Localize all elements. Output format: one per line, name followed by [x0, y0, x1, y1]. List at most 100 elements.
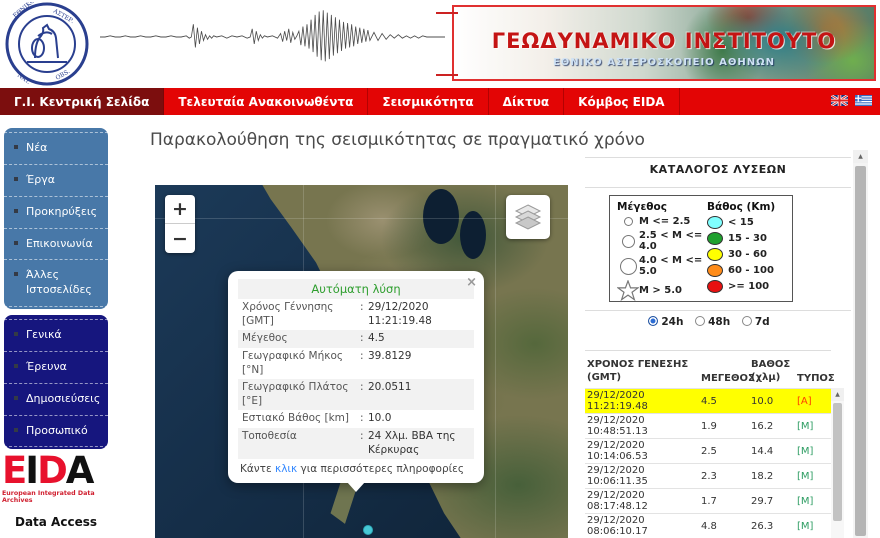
banner-decor-line [436, 74, 458, 76]
uk-flag-icon[interactable] [831, 95, 848, 106]
divider [585, 157, 851, 158]
legend-depth-column: Βάθος (Km) < 15 15 - 30 30 - 60 60 - 100… [707, 201, 785, 296]
table-row[interactable]: 29/12/2020 08:17:48.121.729.7[M] [585, 488, 831, 513]
close-icon[interactable]: × [466, 275, 477, 290]
earthquake-table: ΧΡΟΝΟΣ ΓΕΝΕΣΗΣ (GMT) ΜΕΓΕΘΟΣ ΒΑΘΟΣ (χλμ)… [585, 355, 831, 538]
table-row[interactable]: 29/12/2020 10:06:11.352.318.2[M] [585, 463, 831, 488]
sidebar-item-personnel[interactable]: Προσωπικό [4, 415, 108, 448]
zoom-out-button[interactable]: − [165, 224, 195, 253]
legend-item: 30 - 60 [707, 248, 785, 261]
nav-item-seismicity[interactable]: Σεισμικότητα [368, 88, 488, 115]
type-badge: [M] [797, 446, 831, 457]
type-badge: [M] [797, 496, 831, 507]
legend-item: < 15 [707, 216, 785, 229]
nav-item-networks[interactable]: Δίκτυα [489, 88, 565, 115]
sidebar-item-calls[interactable]: Προκηρύξεις [4, 196, 108, 228]
legend-item: >= 100 [707, 280, 785, 293]
radio-24h[interactable] [648, 316, 658, 326]
divider [585, 350, 831, 351]
legend-item: M > 5.0 [617, 280, 707, 301]
bullet-icon [14, 272, 18, 276]
popup-row-magnitude: Μέγεθος:4.5 [238, 330, 474, 348]
divider [585, 187, 851, 188]
legend-item: M <= 2.5 [617, 216, 707, 227]
nav-item-eida-node[interactable]: Κόμβος EIDA [564, 88, 679, 115]
scrollbar-thumb[interactable] [855, 166, 866, 536]
popup-row-latitude: Γεωγραφικό Πλάτος [°E]:20.0511 [238, 379, 474, 410]
sidebar-item-research[interactable]: Έρευνα [4, 351, 108, 383]
sidebar-item-general[interactable]: Γενικά [4, 319, 108, 351]
sidebar-general: Νέα Έργα Προκηρύξεις Επικοινωνία Άλλες Ι… [4, 128, 108, 309]
eida-logo-letters: EIDA [2, 452, 110, 489]
bullet-icon [14, 396, 18, 400]
bullet-icon [14, 241, 18, 245]
seismogram-waveform [100, 8, 445, 66]
scrollbar-thumb[interactable] [833, 403, 842, 521]
earthquake-popup: × Αυτόματη λύση Χρόνος Γέννησης [GMT]:29… [228, 271, 484, 483]
nav-item-home[interactable]: Γ.Ι. Κεντρική Σελίδα [0, 88, 164, 115]
table-header-row: ΧΡΟΝΟΣ ΓΕΝΕΣΗΣ (GMT) ΜΕΓΕΘΟΣ ΒΑΘΟΣ (χλμ)… [585, 355, 831, 388]
geodynamic-institute-page: ΕΘΝΙΚΟΝ ΑΣΤΕΡ. NAT. OBS. ΓΕΩΔΥΝΑΜΙΚΟ ΙΝΣ… [0, 0, 880, 538]
table-scrollbar[interactable]: ▲ [831, 388, 844, 538]
noa-observatory-seal: ΕΘΝΙΚΟΝ ΑΣΤΕΡ. NAT. OBS. [5, 2, 89, 86]
radio-7d[interactable] [742, 316, 752, 326]
nav-item-announcements[interactable]: Τελευταία Ανακοινωθέντα [164, 88, 368, 115]
sidebar-item-news[interactable]: Νέα [4, 132, 108, 164]
solutions-panel: ΚΑΤΑΛΟΓΟΣ ΛΥΣΕΩΝ Μέγεθος M <= 2.5 2.5 < … [585, 150, 851, 538]
panel-title: ΚΑΤΑΛΟΓΟΣ ΛΥΣΕΩΝ [585, 163, 851, 176]
circle-medium-icon [622, 235, 635, 248]
popup-row-origin-time: Χρόνος Γέννησης [GMT]:29/12/2020 11:21:1… [238, 299, 474, 330]
star-icon [617, 280, 639, 301]
radio-48h[interactable] [695, 316, 705, 326]
language-switch [831, 95, 872, 106]
table-row[interactable]: 29/12/2020 08:06:10.174.826.3[M] [585, 513, 831, 538]
depth-dot-icon [707, 280, 723, 293]
page-title: Παρακολούθηση της σεισμικότητας σε πραγμ… [150, 130, 645, 150]
bullet-icon [14, 428, 18, 432]
eida-logo[interactable]: EIDA European Integrated Data Archives [2, 452, 110, 504]
depth-dot-icon [707, 264, 723, 277]
type-badge: [M] [797, 471, 831, 482]
map-layers-control[interactable] [506, 195, 550, 239]
scroll-up-icon[interactable]: ▲ [831, 388, 844, 401]
map-lake [423, 189, 459, 244]
zoom-in-button[interactable]: + [165, 195, 195, 224]
type-badge: [M] [797, 421, 831, 432]
time-filter-group: 24h 48h 7d [585, 316, 825, 328]
greece-flag-icon[interactable] [855, 95, 872, 106]
bullet-icon [14, 209, 18, 213]
sidebar-item-publications[interactable]: Δημοσιεύσεις [4, 383, 108, 415]
legend-item: 15 - 30 [707, 232, 785, 245]
seismicity-map[interactable]: + − × Αυτόματη λύση Χρόνος Γέννησης [GMT… [155, 185, 568, 538]
more-info-link[interactable]: κλικ [275, 463, 297, 475]
bullet-icon [14, 332, 18, 336]
institute-banner: ΓΕΩΔΥΝΑΜΙΚΟ ΙΝΣΤΙΤΟΥΤΟ ΕΘΝΙΚΟ ΑΣΤΕΡΟΣΚΟΠ… [452, 5, 876, 81]
layers-icon [514, 204, 542, 230]
bullet-icon [14, 177, 18, 181]
panel-scrollbar[interactable]: ▲ [853, 150, 868, 538]
popup-row-depth: Εστιακό Βάθος [km]:10.0 [238, 410, 474, 428]
popup-row-longitude: Γεωγραφικό Μήκος [°N]:39.8129 [238, 348, 474, 379]
data-access-link[interactable]: Data Access [4, 515, 108, 529]
header: ΕΘΝΙΚΟΝ ΑΣΤΕΡ. NAT. OBS. ΓΕΩΔΥΝΑΜΙΚΟ ΙΝΣ… [0, 0, 880, 88]
legend-magnitude-title: Μέγεθος [617, 201, 707, 213]
popup-title: Αυτόματη λύση [238, 279, 474, 299]
type-badge: [M] [797, 521, 831, 532]
depth-dot-icon [707, 232, 723, 245]
circle-small-icon [624, 217, 633, 226]
sidebar-institute: Γενικά Έρευνα Δημοσιεύσεις Προσωπικό [4, 315, 108, 449]
scroll-up-icon[interactable]: ▲ [853, 150, 868, 163]
table-row[interactable]: 29/12/2020 10:14:06.532.514.4[M] [585, 438, 831, 463]
sidebar-item-other-sites[interactable]: Άλλες Ιστοσελίδες [4, 259, 108, 307]
table-row[interactable]: 29/12/2020 10:48:51.131.916.2[M] [585, 413, 831, 438]
sidebar-item-contact[interactable]: Επικοινωνία [4, 228, 108, 260]
institute-title: ΓΕΩΔΥΝΑΜΙΚΟ ΙΝΣΤΙΤΟΥΤΟ [454, 29, 874, 53]
map-legend: Μέγεθος M <= 2.5 2.5 < M <= 4.0 4.0 < M … [609, 195, 793, 302]
earthquake-marker-small[interactable] [363, 525, 373, 535]
bullet-icon [14, 145, 18, 149]
sidebar-item-projects[interactable]: Έργα [4, 164, 108, 196]
table-row[interactable]: 29/12/2020 11:21:19.484.510.0[A] [585, 388, 831, 413]
type-badge: [A] [797, 396, 831, 407]
popup-row-location: Τοποθεσία:24 Χλμ. ΒΒΑ της Κέρκυρας [238, 428, 474, 459]
map-zoom-control: + − [165, 195, 195, 253]
